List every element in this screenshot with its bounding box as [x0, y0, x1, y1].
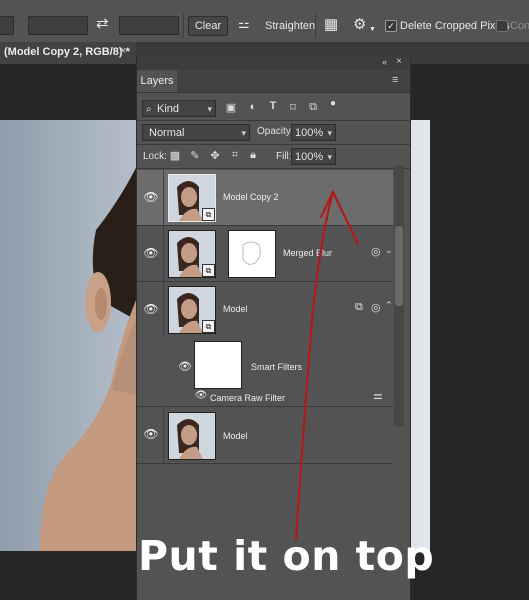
annotation-arrow [294, 190, 360, 542]
annotation-text: Put it on top [138, 532, 435, 580]
